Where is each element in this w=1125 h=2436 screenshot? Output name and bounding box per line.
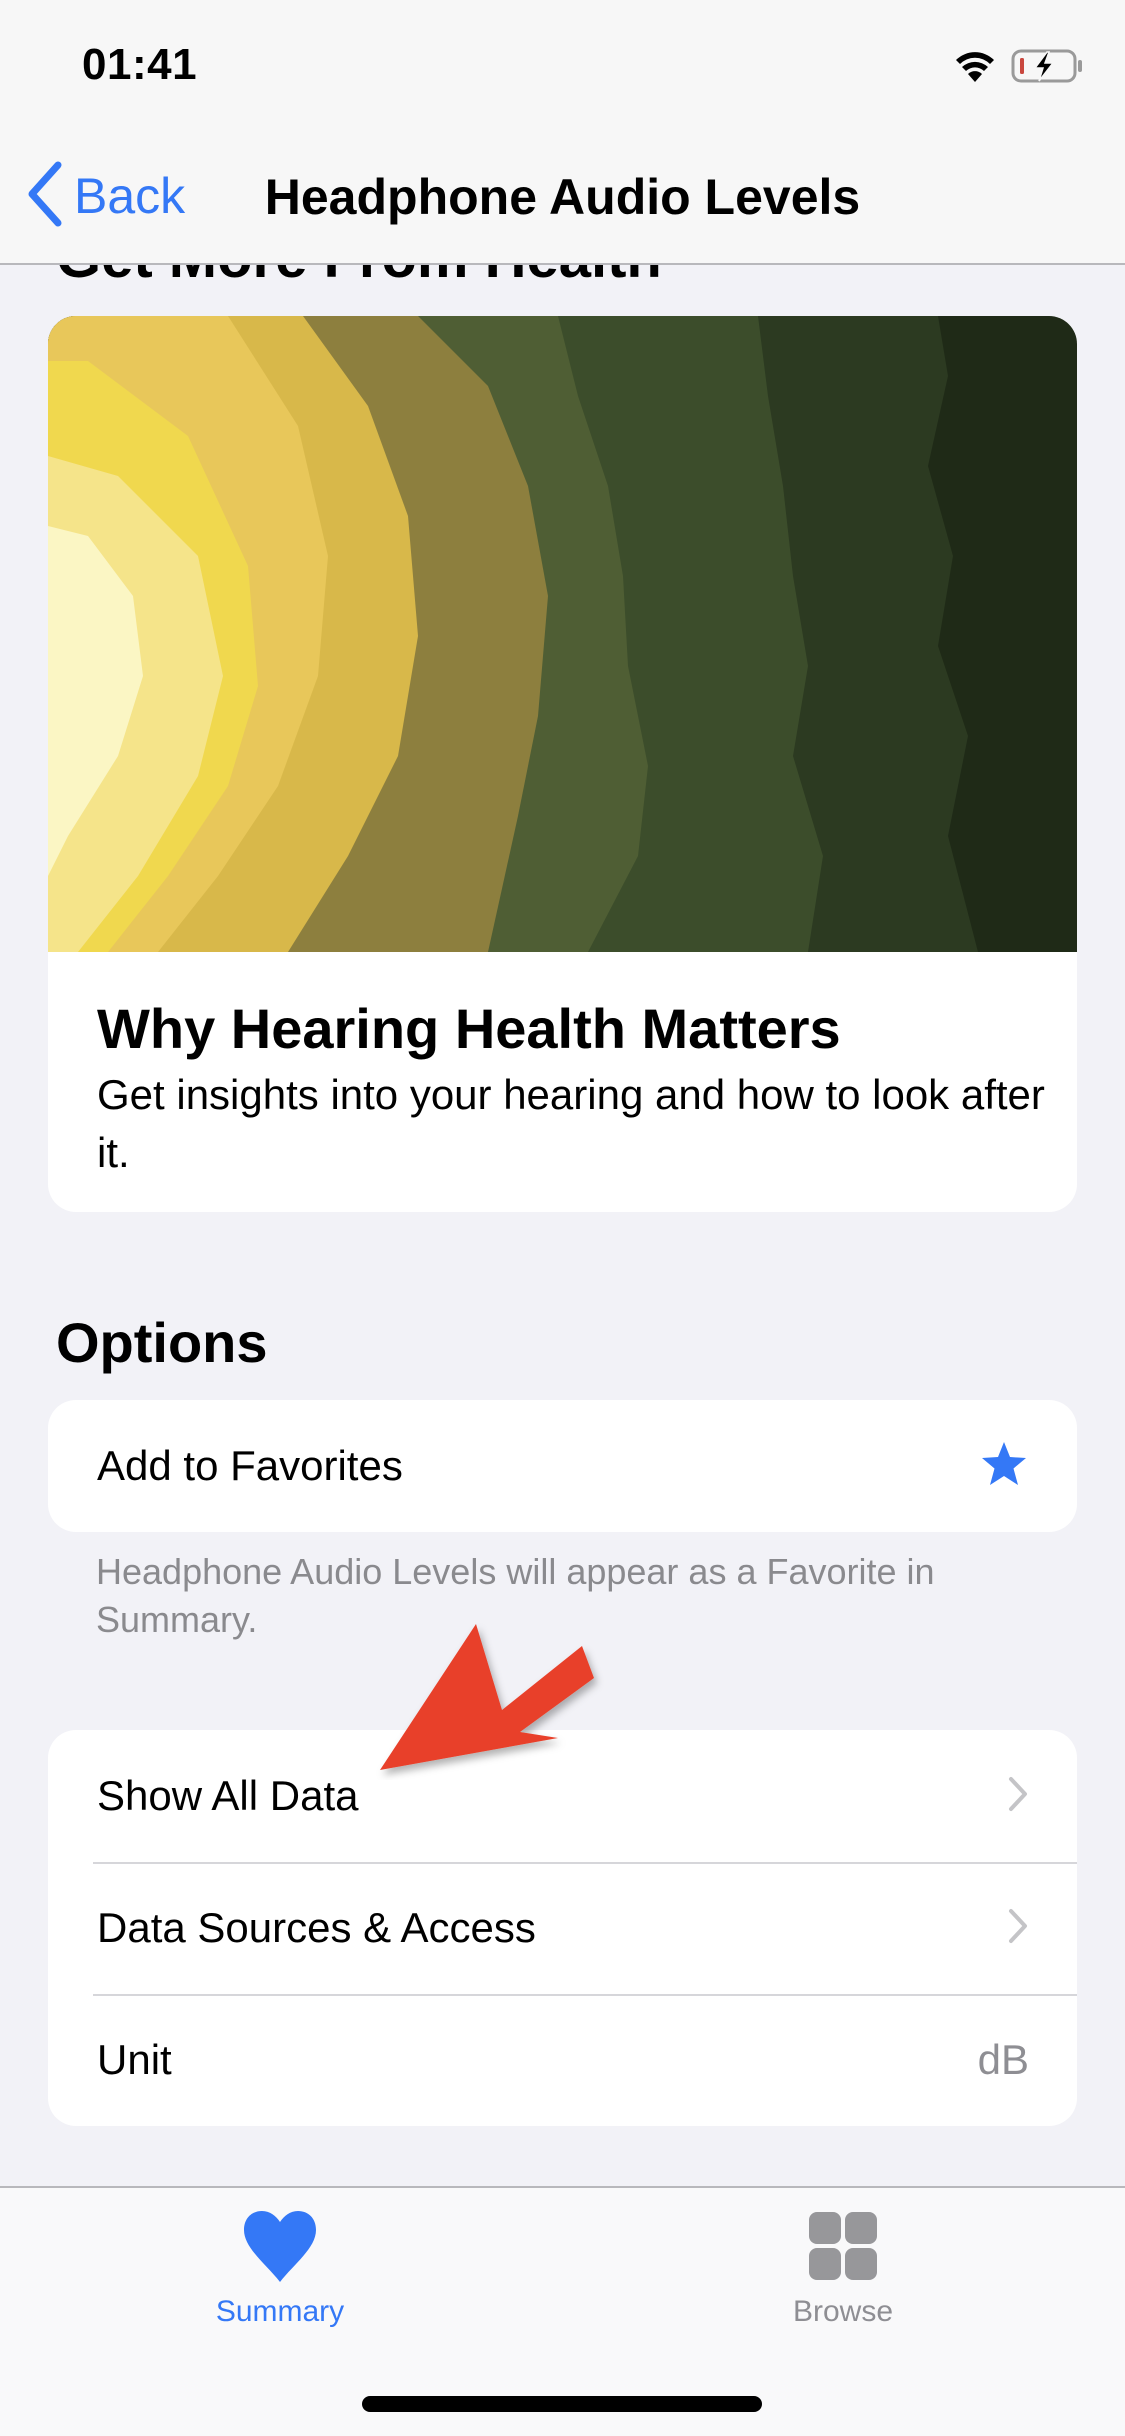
chevron-right-icon (1007, 1908, 1029, 1949)
data-sources-access-row[interactable]: Data Sources & Access (48, 1862, 1077, 1994)
tab-browse[interactable]: Browse (733, 2208, 953, 2329)
unit-value: dB (977, 2036, 1029, 2083)
add-to-favorites-label: Add to Favorites (97, 1442, 403, 1489)
favorites-card: Add to Favorites (48, 1400, 1077, 1532)
data-sources-access-label: Data Sources & Access (97, 1904, 536, 1951)
grid-icon (805, 2212, 881, 2288)
tab-summary-label: Summary (215, 2295, 345, 2328)
unit-label: Unit (97, 2036, 172, 2083)
add-to-favorites-row[interactable]: Add to Favorites (48, 1400, 1077, 1532)
navigation-bar: 01:41 Back Headphone Audio Levels (0, 0, 1125, 265)
screen: 01:41 Back Headphone Audio Levels Why He… (0, 0, 1125, 2436)
unit-row[interactable]: Unit dB (48, 1994, 1077, 2126)
article-title: Why Hearing Health Matters (97, 997, 841, 1060)
status-time: 01:41 (82, 40, 198, 89)
chevron-right-icon (1007, 1776, 1029, 1817)
heart-icon (240, 2211, 320, 2288)
annotation-arrow (380, 1624, 594, 1770)
article-card[interactable]: Why Hearing Health Matters Get insights … (48, 316, 1077, 1212)
data-options-card: Show All Data Data Sources & Access Unit… (48, 1730, 1077, 2126)
wifi-icon (953, 49, 997, 88)
page-title: Headphone Audio Levels (264, 169, 861, 225)
hero-image (48, 316, 1077, 952)
article-description: Get insights into your hearing and how t… (97, 1071, 1045, 1176)
tab-summary[interactable]: Summary (170, 2208, 390, 2329)
star-icon (979, 1440, 1029, 1493)
tab-browse-label: Browse (792, 2295, 894, 2328)
section-heading-options: Options (56, 1311, 268, 1374)
status-icons (953, 48, 1085, 89)
home-indicator[interactable] (362, 2396, 762, 2412)
battery-charging-low-icon (1011, 48, 1085, 89)
